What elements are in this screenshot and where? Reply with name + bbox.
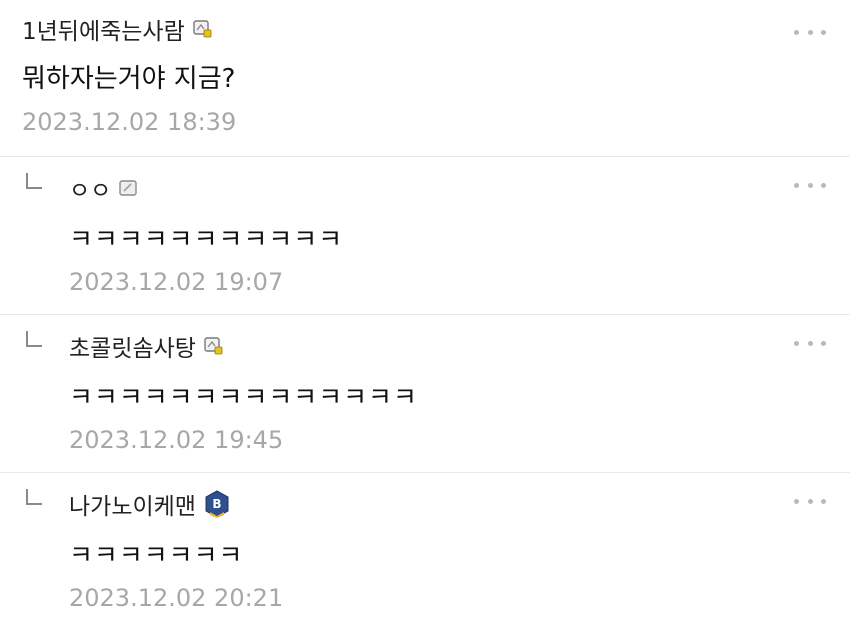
comment-text: ㅋㅋㅋㅋㅋㅋㅋㅋㅋㅋㅋㅋㅋㅋ (69, 383, 418, 413)
more-options-button[interactable] (794, 177, 826, 193)
comment-author[interactable]: 초콜릿솜사탕 (69, 329, 196, 363)
more-options-button[interactable] (794, 493, 826, 509)
dot-icon (794, 498, 799, 504)
reply-arrow-icon (26, 331, 42, 347)
comment-timestamp: 2023.12.02 18:39 (22, 108, 237, 136)
comment-author-row: 나가노이케맨 B (69, 487, 230, 521)
dot-icon (807, 182, 813, 188)
more-options-button[interactable] (794, 24, 826, 40)
reply-arrow-icon (26, 173, 42, 189)
level-icon (204, 337, 224, 355)
reply-item: ㅇㅇ ㅋㅋㅋㅋㅋㅋㅋㅋㅋㅋㅋ 2023.12.02 19:07 (0, 157, 850, 315)
comment-author[interactable]: ㅇㅇ (69, 171, 111, 205)
comment-text: 뭐하자는거야 지금? (22, 64, 236, 94)
dot-icon (807, 498, 813, 504)
comment-item: 1년뒤에죽는사람 뭐하자는거야 지금? 2023.12.02 18:39 (0, 0, 850, 157)
comment-author[interactable]: 나가노이케맨 (69, 487, 196, 521)
level-icon (119, 179, 139, 197)
b-badge-icon: B (204, 490, 230, 518)
level-icon (193, 20, 213, 38)
comment-timestamp: 2023.12.02 19:07 (69, 268, 284, 296)
comment-text: ㅋㅋㅋㅋㅋㅋㅋㅋㅋㅋㅋ (69, 225, 344, 255)
dot-icon (807, 340, 813, 346)
dot-icon (821, 182, 826, 188)
reply-item: 초콜릿솜사탕 ㅋㅋㅋㅋㅋㅋㅋㅋㅋㅋㅋㅋㅋㅋ 2023.12.02 19:45 (0, 315, 850, 473)
comment-author-row: ㅇㅇ (69, 171, 139, 205)
comment-timestamp: 2023.12.02 19:45 (69, 426, 284, 454)
dot-icon (794, 182, 799, 188)
comment-thread: 1년뒤에죽는사람 뭐하자는거야 지금? 2023.12.02 18:39 ㅇㅇ (0, 0, 850, 628)
dot-icon (807, 29, 813, 35)
svg-text:B: B (212, 497, 221, 511)
dot-icon (821, 340, 826, 346)
dot-icon (794, 340, 799, 346)
comment-text: ㅋㅋㅋㅋㅋㅋㅋ (69, 541, 244, 571)
reply-arrow-icon (26, 489, 42, 505)
dot-icon (794, 29, 799, 35)
dot-icon (821, 29, 826, 35)
comment-author-row: 1년뒤에죽는사람 (22, 12, 213, 46)
comment-timestamp: 2023.12.02 20:21 (69, 584, 284, 612)
comment-author-row: 초콜릿솜사탕 (69, 329, 224, 363)
reply-item: 나가노이케맨 B ㅋㅋㅋㅋㅋㅋㅋ 2023.12.02 20:21 (0, 473, 850, 629)
comment-author[interactable]: 1년뒤에죽는사람 (22, 12, 185, 46)
dot-icon (821, 498, 826, 504)
more-options-button[interactable] (794, 335, 826, 351)
